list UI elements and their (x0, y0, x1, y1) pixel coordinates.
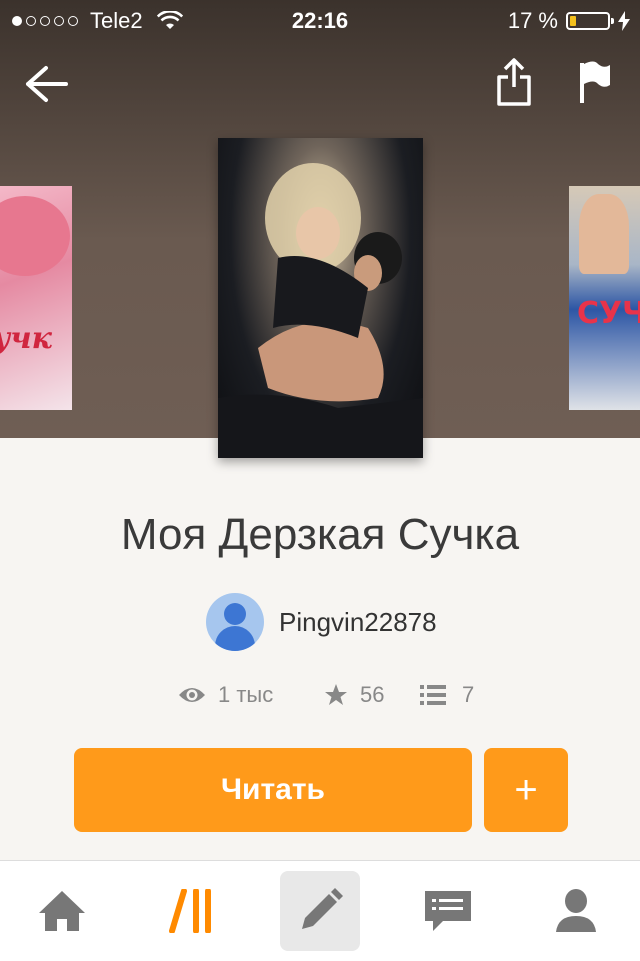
back-button[interactable] (22, 60, 70, 108)
read-button[interactable]: Читать (74, 748, 472, 832)
avatar-body (215, 626, 255, 651)
star-icon (325, 684, 347, 705)
avatar-head (224, 603, 246, 625)
cover-title-text: я сучк (0, 321, 52, 356)
report-button[interactable] (570, 58, 618, 106)
tab-profile[interactable] (536, 871, 616, 951)
cover-title-text: СУЧ (577, 296, 640, 331)
battery-icon (566, 12, 614, 30)
list-icon (420, 685, 446, 705)
user-icon (556, 889, 596, 932)
story-cover[interactable] (218, 138, 423, 458)
pencil-icon (302, 888, 343, 929)
tab-bar (0, 860, 640, 961)
next-story-cover[interactable]: СУЧ (569, 186, 640, 410)
views-count: 1 тыс (218, 682, 274, 707)
battery-percent: 17 % (507, 8, 558, 33)
cover-art (218, 163, 423, 458)
tab-browse[interactable] (152, 871, 232, 951)
avatar[interactable] (206, 593, 264, 651)
eye-icon (179, 688, 205, 702)
tab-home[interactable] (22, 871, 102, 951)
charging-bolt-icon (618, 11, 630, 31)
battery-tip (611, 18, 614, 24)
cover-art (579, 194, 629, 274)
arrow-left-icon (26, 66, 68, 102)
parts-count: 7 (462, 682, 475, 707)
status-bar: Tele2 22:16 17 % (0, 0, 640, 40)
home-icon (39, 891, 85, 931)
share-icon (497, 58, 531, 106)
author-name[interactable]: Pingvin22878 (279, 607, 437, 638)
chat-icon (425, 891, 471, 931)
author-link[interactable]: Pingvin22878 (206, 593, 437, 651)
story-title: Моя Дерзкая Сучка (120, 510, 520, 559)
tab-messages[interactable] (408, 871, 488, 951)
previous-story-cover[interactable]: я сучк (0, 186, 72, 410)
cover-art (0, 196, 70, 276)
battery-level (570, 16, 576, 26)
tab-write[interactable] (280, 871, 360, 951)
flag-icon (580, 61, 610, 103)
battery-status: 17 % (508, 8, 630, 34)
share-button[interactable] (490, 58, 538, 106)
add-to-library-button[interactable]: + (484, 748, 568, 832)
parts-stat: 7 (420, 682, 474, 708)
views-stat: 1 тыс (178, 682, 273, 708)
wattpad-logo-icon (169, 889, 211, 933)
votes-count: 56 (360, 682, 385, 707)
votes-stat: 56 (324, 682, 384, 708)
story-stats: 1 тыс 56 7 (0, 682, 640, 718)
